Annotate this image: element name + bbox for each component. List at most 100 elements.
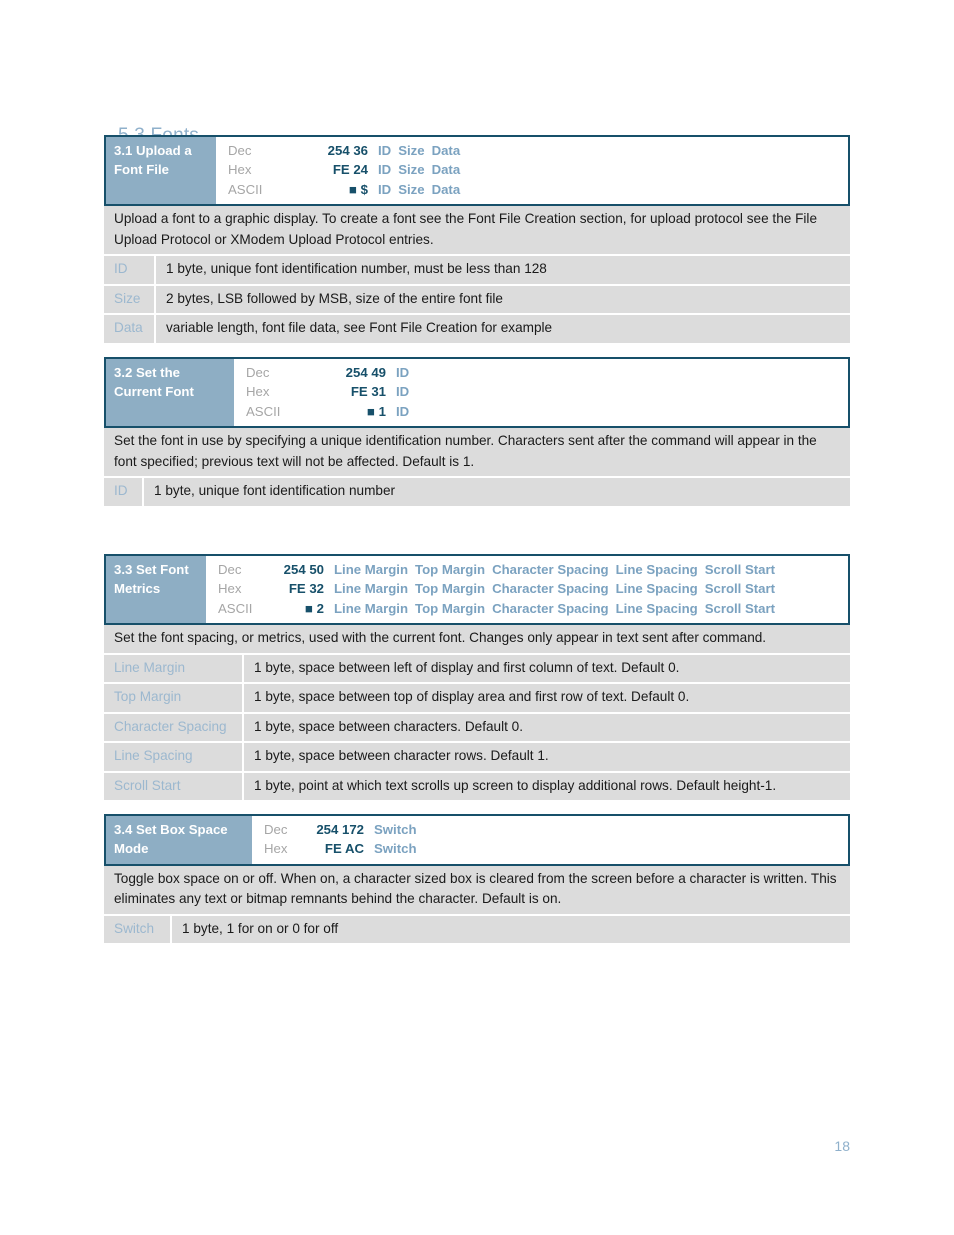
command-byte-rows: Dec 254 172 Switch Hex FE AC Switch [252,816,848,864]
command-parameter-name: Character Spacing [492,581,609,597]
command-parameter-name: Switch [374,841,417,857]
command-description: Set the font spacing, or metrics, used w… [104,625,850,655]
command-bytes: FE 24 [332,162,368,178]
command-parameter-name: ID [378,181,392,197]
command-parameter-name: ID [378,143,392,158]
command-parameter-name: Top Margin [415,600,486,616]
byte-format-label: Hex [218,581,242,597]
parameter-row: Scroll Start 1 byte, point at which text … [104,772,850,803]
command-parameter-name: Line Margin [334,562,408,577]
parameter-label: Line Spacing [104,743,244,771]
byte-format-label: ASCII [228,181,263,197]
command-parameters: ID Size Data [378,160,848,179]
command-byte-row: Dec 254 172 Switch [252,820,848,839]
byte-format-label: Dec [218,562,242,577]
command-description: Set the font in use by specifying a uniq… [104,428,850,479]
command-bytes: 254 36 [327,143,368,158]
command-parameters: Switch [374,839,848,858]
byte-format-label: Dec [264,822,288,837]
command-table: 3.2 Set the Current Font Dec 254 49 ID Hex FE… [104,357,850,508]
command-byte-row: Dec 254 50 Line Margin Top Margin Character … [206,560,848,579]
command-parameter-name: Line Margin [334,600,408,616]
command-header: 3.4 Set Box Space Mode Dec 254 172 Switch He… [104,816,850,866]
command-parameters: ID [396,382,848,401]
command-parameters: ID [396,363,848,382]
parameter-row: ID 1 byte, unique font identification num… [104,478,850,508]
command-parameter-name: Line Spacing [615,600,698,616]
parameter-description: 1 byte, space between top of display are… [254,689,690,705]
command-parameter-name: Scroll Start [704,600,776,616]
command-parameter-name: Data [431,181,461,197]
parameter-description: 1 byte, 1 for on or 0 for off [182,920,339,936]
parameter-description: 1 byte, point at which text scrolls up s… [254,777,777,793]
command-parameter-name: Size [398,162,425,178]
command-parameter-name: Size [398,143,425,158]
command-bytes: 254 50 [283,562,324,577]
parameter-label: ID [104,478,144,506]
parameter-description: 1 byte, space between character rows. De… [254,748,549,764]
command-title: 3.3 Set Font Metrics [106,556,206,624]
command-parameters: ID [396,402,848,421]
command-bytes: FE AC [324,841,364,857]
parameter-description: 1 byte, space between characters. Defaul… [254,718,524,734]
command-parameters: Line Margin Top Margin Character Spacing Li… [334,560,848,579]
command-title: 3.1 Upload a Font File [106,137,216,205]
command-byte-row: Dec 254 36 ID Size Data [216,141,848,160]
command-parameter-name: Character Spacing [492,562,609,577]
command-parameter-name: Size [398,181,425,197]
command-bytes: ■ 2 [305,600,324,616]
command-table: 3.1 Upload a Font File Dec 254 36 ID Size Dat… [104,135,850,345]
byte-format-label: ASCII [218,600,253,616]
parameter-label: Character Spacing [104,713,244,742]
command-parameter-name: ID [378,162,392,178]
command-parameter-name: Data [431,162,461,178]
byte-format-label: Dec [228,143,252,158]
command-byte-row: ASCII ■ $ ID Size Data [216,180,848,199]
command-parameter-name: Top Margin [415,581,486,597]
command-parameter-name: Switch [374,822,417,837]
command-parameter-name: Line Margin [334,581,408,597]
byte-format-label: Hex [246,384,270,400]
byte-format-label: Hex [228,162,252,178]
parameter-description: 2 bytes, LSB followed by MSB, size of th… [166,290,503,306]
command-byte-row: Hex FE 24 ID Size Data [216,160,848,179]
document-page: 5.3 Fonts 3.1 Upload a Font FileDec254 3… [0,0,954,1235]
parameter-description: 1 byte, unique font identification numbe… [166,261,547,277]
byte-format-label: Hex [264,841,288,857]
command-bytes: ■ $ [349,181,368,197]
command-byte-row: Dec 254 49 ID [234,363,848,382]
command-bytes: FE 31 [350,384,386,400]
command-byte-rows: Dec 254 36 ID Size Data Hex FE 24 ID Size Data ASC… [216,137,848,204]
parameter-description: variable length, font file data, see Fon… [166,320,553,336]
command-header: 3.1 Upload a Font File Dec 254 36 ID Size Dat… [104,137,850,207]
parameter-label: Switch [104,915,172,944]
parameter-row: Data variable length, font file data, see… [104,315,850,345]
parameter-label: Line Margin [104,654,244,683]
command-byte-row: Hex FE 31 ID [234,382,848,401]
command-parameter-name: Line Spacing [615,581,698,597]
command-bytes: FE 32 [288,581,324,597]
parameter-row: Character Spacing 1 byte, space between c… [104,713,850,744]
command-byte-row: Hex FE 32 Line Margin Top Margin Character S… [206,579,848,598]
command-parameter-name: Top Margin [415,562,486,577]
command-parameter-name: Character Spacing [492,600,609,616]
command-bytes: 254 172 [316,822,364,837]
command-description: Upload a font to a graphic display. To c… [104,206,850,257]
command-parameters: Switch [374,820,848,839]
command-byte-row: ASCII ■ 1 ID [234,402,848,421]
command-parameter-name: Line Spacing [615,562,698,577]
command-parameters: Line Margin Top Margin Character Spacing Li… [334,599,848,618]
command-bytes: 254 49 [345,365,386,380]
command-parameters: ID Size Data [378,141,848,160]
parameter-row: Line Spacing 1 byte, space between charac… [104,743,850,773]
command-parameter-name: ID [396,403,410,419]
parameter-label: ID [104,256,156,284]
parameter-row: Switch 1 byte, 1 for on or 0 for off [104,915,850,946]
parameter-description: 1 byte, unique font identification numbe… [154,483,396,499]
command-byte-row: Hex FE AC Switch [252,839,848,858]
command-header: 3.3 Set Font Metrics Dec 254 50 Line Margin… [104,556,850,626]
parameter-label: Size [104,285,156,314]
command-title: 3.2 Set the Current Font [106,359,234,427]
byte-format-label: Dec [246,365,270,380]
parameter-label: Data [104,315,156,343]
